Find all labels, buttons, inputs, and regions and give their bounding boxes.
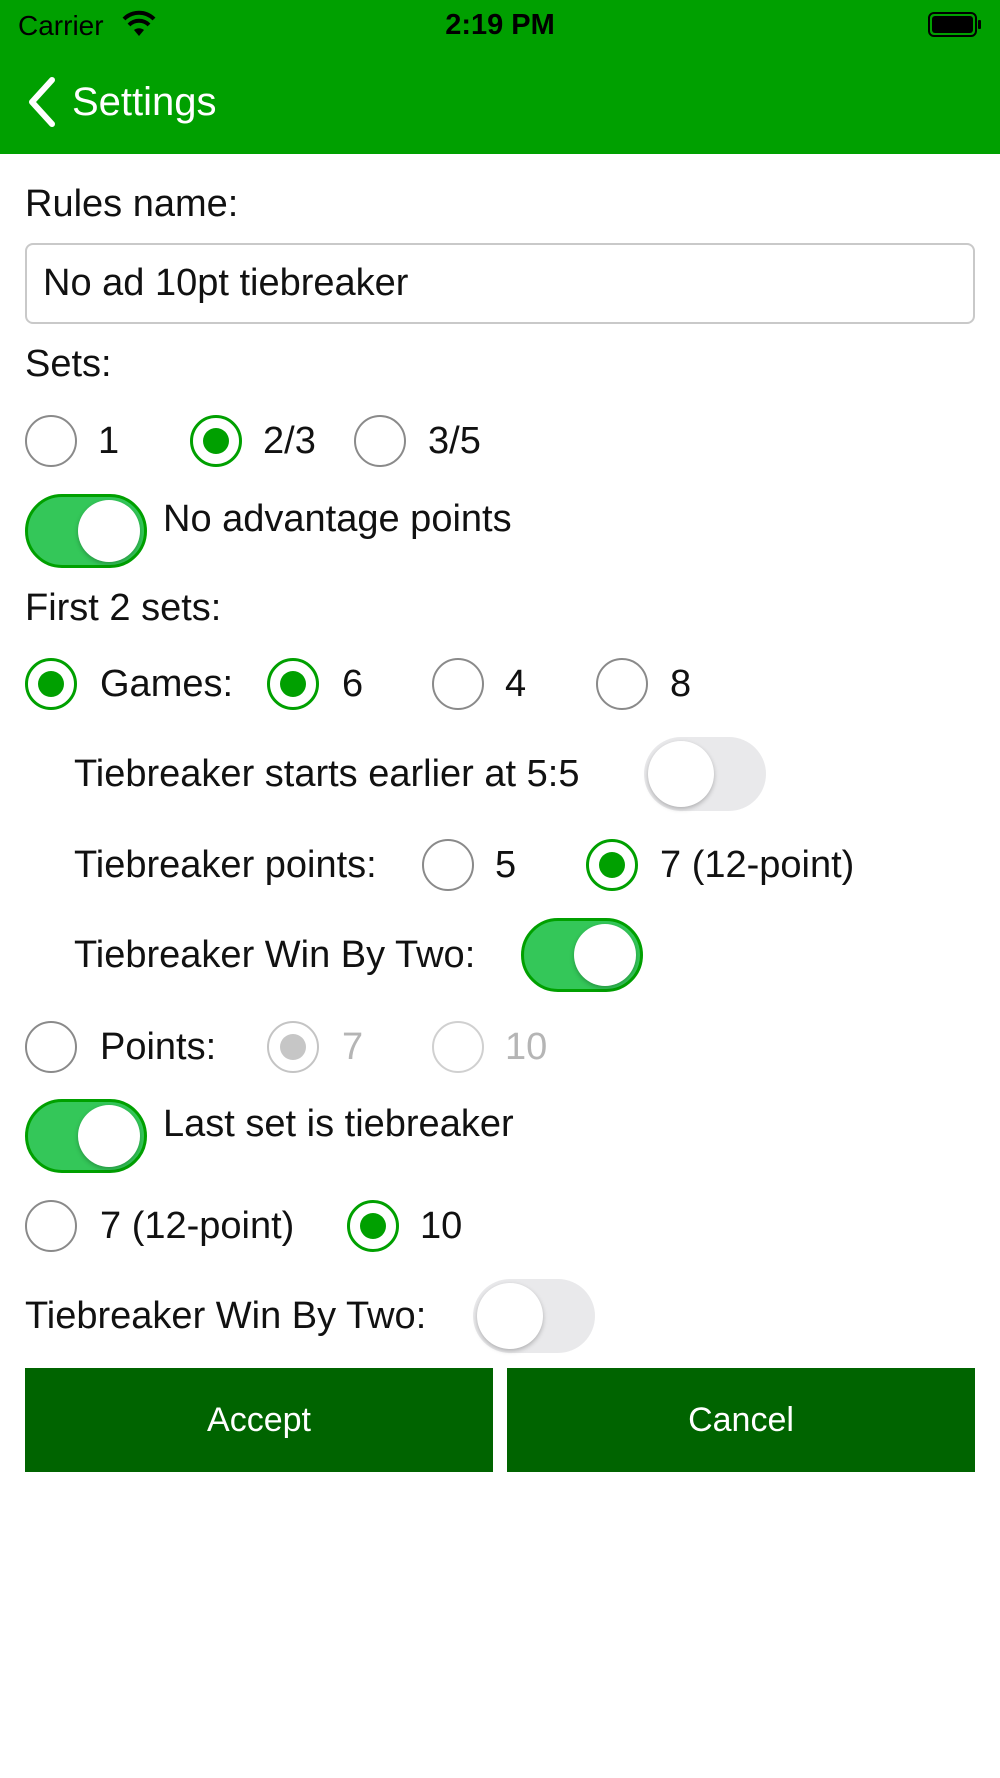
sets-option-2-label: 2/3 (263, 420, 316, 462)
sets-option-1-label: 1 (98, 420, 120, 462)
games-option-6-label: 6 (342, 663, 364, 705)
tiebreaker-points-option-7-label: 7 (12-point) (660, 844, 855, 886)
points-option-7-label: 7 (342, 1026, 364, 1068)
points-option-10-label: 10 (505, 1026, 548, 1068)
games-mode-radio[interactable] (25, 658, 77, 710)
points-radio-7[interactable] (267, 1021, 319, 1073)
last-set-radio-10[interactable] (347, 1200, 399, 1252)
tiebreaker-points-radio-7[interactable] (586, 839, 638, 891)
tiebreaker-points-option-5-label: 5 (495, 844, 517, 886)
first-sets-label: First 2 sets: (25, 587, 222, 629)
sets-label: Sets: (25, 343, 112, 385)
tiebreaker-win-by-two-toggle[interactable] (521, 918, 643, 992)
sets-radio-3-of-5[interactable] (354, 415, 406, 467)
tiebreaker-points-label: Tiebreaker points: (74, 844, 377, 886)
sets-option-3-label: 3/5 (428, 420, 481, 462)
last-set-tiebreaker-label: Last set is tiebreaker (163, 1103, 514, 1145)
no-advantage-label: No advantage points (163, 498, 512, 540)
rules-name-label: Rules name: (25, 183, 239, 225)
toggle-knob (78, 500, 140, 562)
last-set-win-by-two-toggle[interactable] (473, 1279, 595, 1353)
back-button[interactable]: Settings (26, 74, 217, 130)
status-bar: Carrier 2:19 PM (0, 0, 1000, 50)
cancel-button[interactable]: Cancel (507, 1368, 975, 1472)
tiebreaker-earlier-toggle[interactable] (644, 737, 766, 811)
games-radio-6[interactable] (267, 658, 319, 710)
games-label: Games: (100, 663, 234, 705)
games-option-8-label: 8 (670, 663, 692, 705)
navigation-bar: Settings (0, 50, 1000, 154)
no-advantage-toggle[interactable] (25, 494, 147, 568)
tiebreaker-points-radio-5[interactable] (422, 839, 474, 891)
points-mode-radio[interactable] (25, 1021, 77, 1073)
last-set-radio-7[interactable] (25, 1200, 77, 1252)
games-radio-4[interactable] (432, 658, 484, 710)
accept-button[interactable]: Accept (25, 1368, 493, 1472)
last-set-option-7-label: 7 (12-point) (100, 1205, 295, 1247)
points-label: Points: (100, 1026, 217, 1068)
games-option-4-label: 4 (505, 663, 527, 705)
toggle-knob (78, 1105, 140, 1167)
last-set-tiebreaker-toggle[interactable] (25, 1099, 147, 1173)
rules-name-input[interactable]: No ad 10pt tiebreaker (25, 243, 975, 324)
toggle-knob (648, 741, 714, 807)
sets-radio-2-of-3[interactable] (190, 415, 242, 467)
sets-radio-1[interactable] (25, 415, 77, 467)
chevron-left-icon (29, 77, 55, 127)
last-set-win-by-two-label: Tiebreaker Win By Two: (25, 1295, 427, 1337)
last-set-option-10-label: 10 (420, 1205, 463, 1247)
clock: 2:19 PM (445, 9, 555, 41)
battery-icon (928, 12, 981, 37)
tiebreaker-earlier-label: Tiebreaker starts earlier at 5:5 (74, 753, 580, 795)
games-radio-8[interactable] (596, 658, 648, 710)
toggle-knob (477, 1283, 543, 1349)
back-label: Settings (72, 79, 217, 124)
points-radio-10[interactable] (432, 1021, 484, 1073)
tiebreaker-win-by-two-label: Tiebreaker Win By Two: (74, 934, 476, 976)
toggle-knob (574, 924, 636, 986)
